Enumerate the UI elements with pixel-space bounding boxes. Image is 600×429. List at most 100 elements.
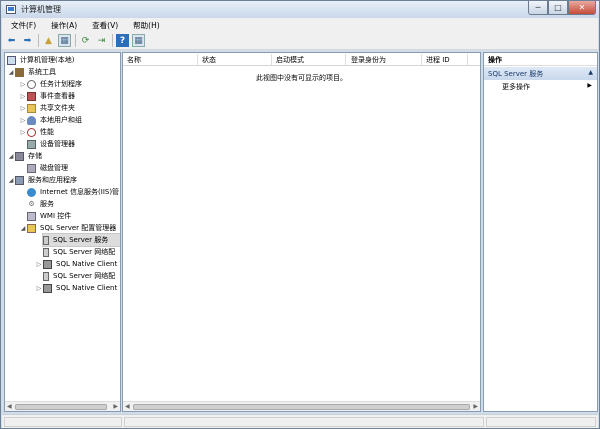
scroll-right-icon[interactable]: ▶: [473, 403, 478, 410]
expand-arrow-icon[interactable]: ▷: [19, 117, 27, 124]
console-tree: 计算机管理(本地) ◢ 系统工具 ▷ 任务计划程序 ▷ 事件查看器 ▷ 共享文件…: [4, 52, 121, 412]
scroll-left-icon[interactable]: ◀: [125, 403, 130, 410]
tree-label: 服务和应用程序: [28, 176, 77, 184]
collapse-arrow-icon[interactable]: ◢: [19, 225, 27, 232]
tree-item-sql-network-config[interactable]: SQL Server 网络配: [43, 246, 115, 258]
expand-arrow-icon[interactable]: ▷: [19, 105, 27, 112]
scroll-right-icon[interactable]: ▶: [113, 403, 118, 410]
menu-bar: 文件(F) 操作(A) 查看(V) 帮助(H): [2, 18, 598, 32]
tree-label: 服务: [40, 200, 54, 208]
toolbar-separator: [75, 34, 76, 47]
users-icon: [27, 115, 36, 125]
expand-arrow-icon[interactable]: ▷: [19, 93, 27, 100]
tree-item-sql-native-client-1[interactable]: ▷ SQL Native Client: [35, 258, 117, 270]
wmi-icon: [27, 211, 36, 221]
tree-label: Internet 信息服务(IIS)管: [40, 188, 120, 196]
column-divider[interactable]: [421, 54, 422, 65]
tree-item-shared-folders[interactable]: ▷ 共享文件夹: [19, 102, 75, 114]
up-folder-icon[interactable]: ▲: [42, 34, 55, 47]
collapse-arrow-icon[interactable]: ◢: [7, 69, 15, 76]
column-log-on-as[interactable]: 登录身份为: [351, 55, 386, 65]
tree-item-wmi-control[interactable]: WMI 控件: [27, 210, 71, 222]
empty-view-message: 此视图中没有可显示的项目。: [256, 74, 347, 82]
device-manager-icon: [27, 139, 36, 149]
services-apps-icon: [15, 175, 24, 185]
actions-section-sql-server-services[interactable]: SQL Server 服务 ▲: [484, 67, 597, 80]
toolbox-icon: [15, 67, 24, 77]
collapse-arrow-icon[interactable]: ◢: [7, 177, 15, 184]
export-list-icon[interactable]: ⇥: [95, 34, 108, 47]
tree-horizontal-scrollbar[interactable]: ◀ ▶: [5, 401, 120, 411]
menu-help[interactable]: 帮助(H): [133, 20, 160, 31]
column-divider[interactable]: [345, 54, 346, 65]
tree-label: 共享文件夹: [40, 104, 75, 112]
tree-label: 设备管理器: [40, 140, 75, 148]
tree-item-services[interactable]: ⚙ 服务: [27, 198, 54, 210]
menu-file[interactable]: 文件(F): [11, 20, 36, 31]
expand-arrow-icon[interactable]: ▷: [35, 285, 43, 292]
tree-item-root[interactable]: 计算机管理(本地): [7, 54, 74, 66]
tree-item-local-users[interactable]: ▷ 本地用户和组: [19, 114, 82, 126]
tree-label: SQL Native Client: [56, 284, 118, 292]
maximize-button[interactable]: □: [548, 1, 568, 15]
tree-label: 系统工具: [28, 68, 56, 76]
column-divider[interactable]: [271, 54, 272, 65]
more-actions-link[interactable]: 更多操作: [502, 82, 530, 92]
status-bar: [2, 414, 598, 428]
minimize-button[interactable]: ─: [528, 1, 548, 15]
tree-label: 任务计划程序: [40, 80, 82, 88]
scroll-thumb[interactable]: [133, 404, 470, 410]
forward-icon[interactable]: ➡: [21, 34, 34, 47]
computer-icon: [7, 55, 16, 65]
show-hide-action-pane-icon[interactable]: ▦: [132, 34, 145, 47]
show-hide-tree-icon[interactable]: ▦: [58, 34, 71, 47]
tree-label: SQL Server 网络配: [53, 272, 116, 280]
help-icon[interactable]: ?: [116, 34, 129, 47]
tree-label: SQL Native Client: [56, 260, 118, 268]
tree-label: 磁盘管理: [40, 164, 68, 172]
back-icon[interactable]: ⬅: [5, 34, 18, 47]
tree-label: 本地用户和组: [40, 116, 82, 124]
column-name[interactable]: 名称: [127, 55, 141, 65]
collapse-arrow-icon[interactable]: ◢: [7, 153, 15, 160]
tree-item-sql-server-services[interactable]: SQL Server 服务: [42, 233, 120, 247]
column-divider[interactable]: [467, 54, 468, 65]
title-bar[interactable]: 计算机管理 ─ □ ✕: [1, 1, 599, 18]
tree-item-sql-network-config-2[interactable]: SQL Server 网络配: [43, 270, 115, 282]
menu-view[interactable]: 查看(V): [92, 20, 118, 31]
expand-arrow-icon[interactable]: ▷: [35, 261, 43, 268]
sql-config-icon: [27, 223, 36, 233]
tree-item-device-manager[interactable]: 设备管理器: [27, 138, 75, 150]
menu-action[interactable]: 操作(A): [51, 20, 77, 31]
column-divider[interactable]: [197, 54, 198, 65]
column-startup-mode[interactable]: 启动模式: [276, 55, 304, 65]
tree-item-event-viewer[interactable]: ▷ 事件查看器: [19, 90, 75, 102]
tree-label: 计算机管理(本地): [20, 56, 75, 64]
results-horizontal-scrollbar[interactable]: ◀ ▶: [123, 401, 480, 411]
tree-item-iis[interactable]: Internet 信息服务(IIS)管: [27, 186, 119, 198]
tree-item-sql-native-client-2[interactable]: ▷ SQL Native Client: [35, 282, 117, 294]
tree-item-task-scheduler[interactable]: ▷ 任务计划程序: [19, 78, 82, 90]
tree-item-sql-config-manager[interactable]: ◢ SQL Server 配置管理器: [19, 222, 116, 234]
close-button[interactable]: ✕: [568, 1, 596, 15]
tree-item-system-tools[interactable]: ◢ 系统工具: [7, 66, 56, 78]
section-collapse-icon[interactable]: ▲: [588, 69, 593, 76]
column-header: 名称 状态 启动模式 登录身份为 进程 ID: [123, 53, 480, 66]
expand-arrow-icon[interactable]: ▷: [19, 81, 27, 88]
scroll-thumb[interactable]: [15, 404, 107, 410]
expand-arrow-icon[interactable]: ▷: [19, 129, 27, 136]
column-process-id[interactable]: 进程 ID: [426, 55, 450, 65]
computer-management-window: 计算机管理 ─ □ ✕ 文件(F) 操作(A) 查看(V) 帮助(H) ⬅ ➡ …: [0, 0, 600, 429]
toolbar: ⬅ ➡ ▲ ▦ ⟳ ⇥ ? ▦: [2, 32, 598, 50]
tree-item-performance[interactable]: ▷ 性能: [19, 126, 54, 138]
column-status[interactable]: 状态: [202, 55, 216, 65]
scroll-left-icon[interactable]: ◀: [7, 403, 12, 410]
tree-label: WMI 控件: [40, 212, 72, 220]
tree-label: SQL Server 配置管理器: [40, 224, 117, 232]
tree-item-storage[interactable]: ◢ 存储: [7, 150, 42, 162]
refresh-icon[interactable]: ⟳: [79, 34, 92, 47]
tree-item-disk-management[interactable]: 磁盘管理: [27, 162, 68, 174]
globe-icon: [27, 187, 36, 197]
tree-item-services-and-applications[interactable]: ◢ 服务和应用程序: [7, 174, 77, 186]
submenu-arrow-icon[interactable]: ▶: [587, 82, 592, 89]
